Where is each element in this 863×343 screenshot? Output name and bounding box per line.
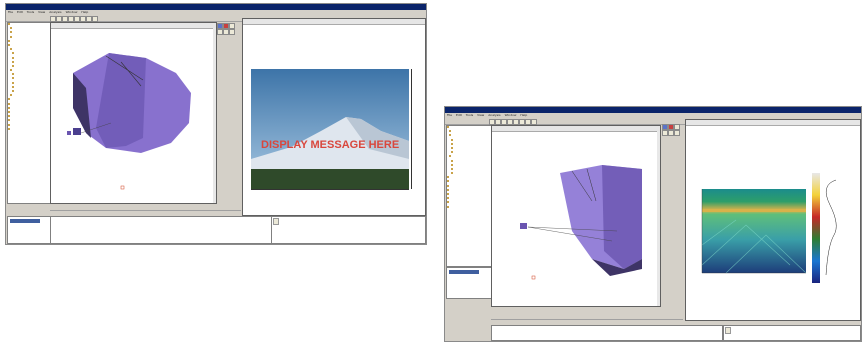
properties-tab[interactable] <box>725 327 731 334</box>
palette-button[interactable] <box>674 130 680 136</box>
origin-marker <box>531 275 536 280</box>
view-tool-palette <box>215 22 239 44</box>
colorbar <box>812 173 820 283</box>
reflector-shadow-face <box>602 165 642 269</box>
view-tool-palette <box>660 123 684 145</box>
menu-help[interactable]: Help <box>81 10 88 14</box>
palette-button[interactable] <box>229 29 235 35</box>
plot-pane-title <box>243 19 425 25</box>
treeline <box>251 169 409 189</box>
properties-tab[interactable] <box>273 218 279 225</box>
panel-tab[interactable] <box>449 270 479 274</box>
origin-marker <box>120 185 125 190</box>
menu-help[interactable]: Help <box>520 113 527 117</box>
tree-item[interactable] <box>447 205 491 210</box>
right-screenshot: File Edit Tools View Analysis Window Hel… <box>444 106 862 342</box>
mountain-scene <box>251 69 409 189</box>
left-plot-view[interactable]: DISPLAY MESSAGE HERE <box>242 18 426 216</box>
right-project-tree[interactable] <box>446 125 492 267</box>
plot-right-axis <box>411 69 412 189</box>
left-3d-view[interactable] <box>50 22 217 204</box>
menu-analysis[interactable]: Analysis <box>488 113 500 117</box>
feed-horn <box>73 128 81 135</box>
mountain-image: DISPLAY MESSAGE HERE <box>251 69 409 189</box>
profile-line <box>825 179 837 276</box>
menu-tools[interactable]: Tools <box>27 10 34 14</box>
left-project-tree[interactable] <box>7 22 51 204</box>
menu-view[interactable]: View <box>477 113 484 117</box>
menu-analysis[interactable]: Analysis <box>49 10 61 14</box>
vertical-scrollbar[interactable] <box>657 131 660 306</box>
menu-view[interactable]: View <box>38 10 45 14</box>
menu-tools[interactable]: Tools <box>466 113 473 117</box>
menu-file[interactable]: File <box>447 113 452 117</box>
vertical-scrollbar[interactable] <box>213 28 216 203</box>
heatmap-band <box>702 209 806 212</box>
menu-window[interactable]: Window <box>66 10 78 14</box>
feed-horn-small <box>67 131 71 135</box>
menu-edit[interactable]: Edit <box>17 10 23 14</box>
left-message-panel <box>50 216 272 244</box>
left-properties-panel <box>271 216 426 244</box>
right-properties-panel <box>723 325 861 341</box>
tree-item[interactable] <box>8 127 50 132</box>
right-message-panel <box>491 325 723 341</box>
left-output-panel <box>7 216 51 244</box>
plot-bottom-axis <box>251 189 409 190</box>
menu-window[interactable]: Window <box>505 113 517 117</box>
heatmap-area <box>702 189 806 273</box>
3d-scene <box>67 53 191 190</box>
right-side-panel <box>446 267 492 299</box>
overlay-message: DISPLAY MESSAGE HERE <box>261 139 400 151</box>
menu-file[interactable]: File <box>8 10 13 14</box>
right-plot-view[interactable] <box>685 119 861 321</box>
3d-scene <box>520 165 642 280</box>
heatmap-plot <box>701 173 837 283</box>
feed-horn <box>520 223 527 229</box>
left-screenshot: File Edit Tools View Analysis Window Hel… <box>5 3 427 245</box>
right-3d-view[interactable] <box>491 125 661 307</box>
menu-edit[interactable]: Edit <box>456 113 462 117</box>
panel-tab[interactable] <box>10 219 40 223</box>
